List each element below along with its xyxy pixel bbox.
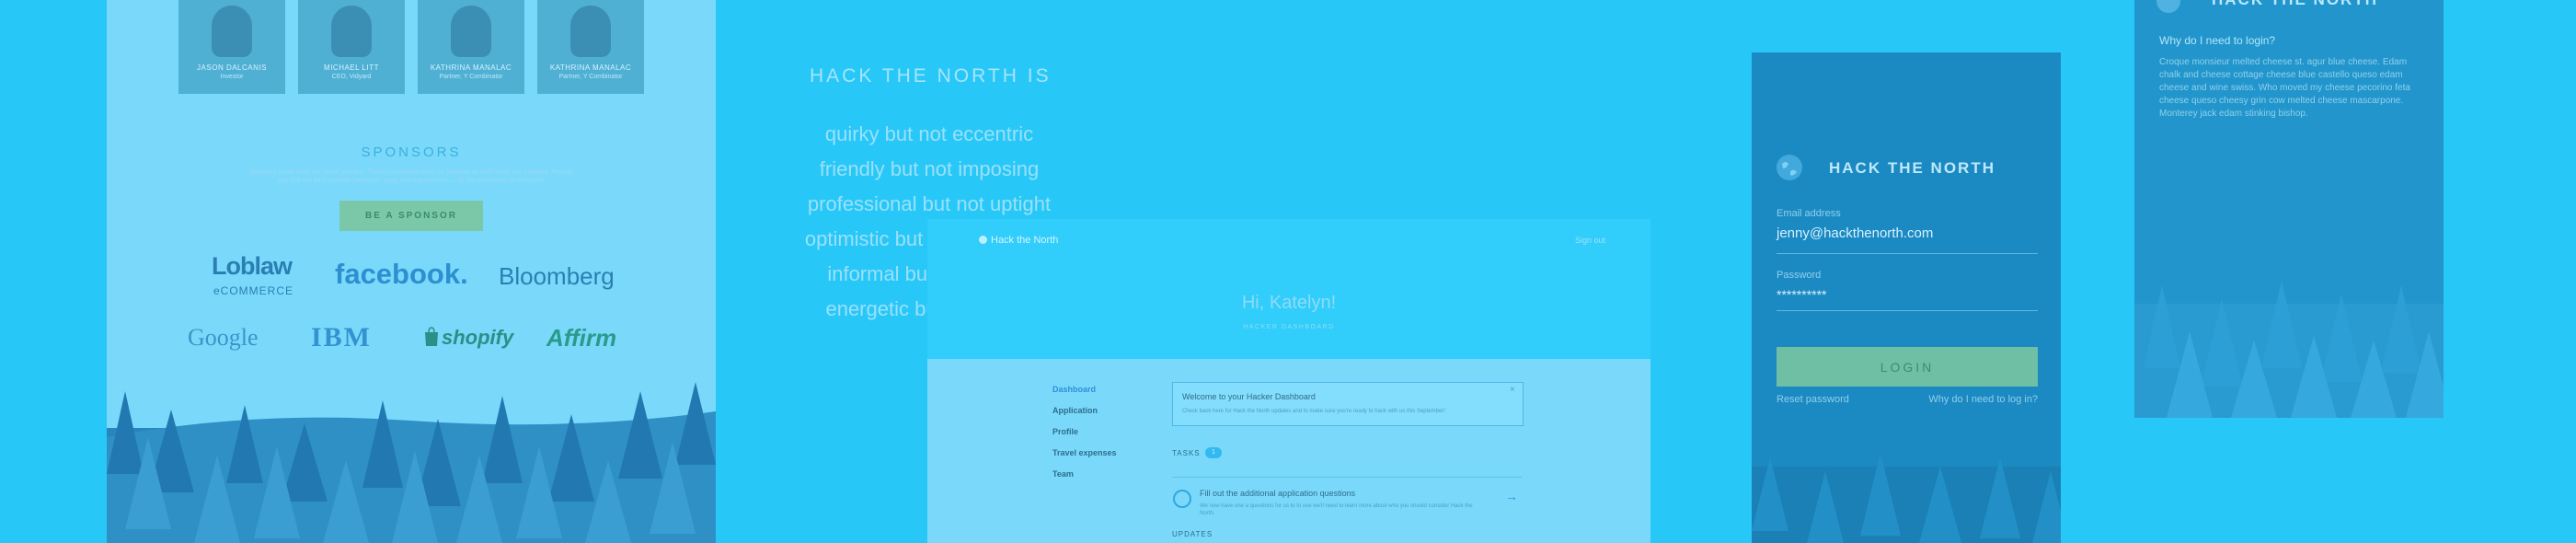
login-button[interactable]: LOGIN (1777, 347, 2038, 387)
hacker-dashboard-mockup: Hack the North Sign out Hi, Katelyn! HAC… (927, 219, 1650, 543)
welcome-notice: Welcome to your Hacker Dashboard Check b… (1172, 382, 1524, 426)
team-card: JASON DALCANIS Investor (178, 0, 285, 94)
arrow-right-icon[interactable]: → (1505, 489, 1518, 503)
task-description: We now have one a questions for us to to… (1200, 503, 1473, 516)
faq-title: Why do I need to login? (2159, 34, 2276, 47)
team-photo (570, 6, 611, 57)
team-photo (212, 6, 252, 57)
dashboard-brand-text: Hack the North (991, 235, 1059, 246)
google-logo: Google (188, 324, 259, 351)
team-name: MICHAEL LITT (324, 64, 379, 72)
welcome-title: Welcome to your Hacker Dashboard (1182, 392, 1316, 401)
reset-password-link[interactable]: Reset password (1777, 394, 1849, 405)
sponsors-page-panel: JASON DALCANIS Investor MICHAEL LITT CEO… (107, 0, 716, 543)
dashboard-subtitle: HACKER DASHBOARD (1243, 324, 1335, 330)
login-help-panel: HACK THE NORTH Why do I need to login? C… (2134, 0, 2444, 418)
team-role: CEO, Vidyard (331, 74, 372, 80)
team-photo (331, 6, 372, 57)
updates-label: UPDATES (1172, 530, 1213, 538)
login-brand: HACK THE NORTH (1829, 159, 1995, 177)
team-card: KATHRINA MANALAC Partner, Y Combinator (418, 0, 524, 94)
ibm-logo: IBM (311, 322, 372, 352)
tasks-label: TASKS (1172, 449, 1201, 457)
shopping-bag-icon (425, 327, 438, 346)
password-label: Password (1777, 270, 1822, 281)
globe-icon (979, 236, 987, 244)
tasks-count-badge: 1 (1205, 447, 1222, 458)
dashboard-body: Dashboard Application Profile Travel exp… (927, 359, 1650, 543)
team-name: JASON DALCANIS (197, 64, 267, 72)
bloomberg-logo: Bloomberg (499, 262, 615, 290)
nav-item-team[interactable]: Team (1052, 469, 1074, 479)
shopify-logo: shopify (423, 326, 513, 350)
forest-illustration (2134, 281, 2444, 418)
team-card: MICHAEL LITT CEO, Vidyard (298, 0, 405, 94)
close-icon[interactable]: × (1510, 385, 1515, 395)
brand-phrase: professional but not uptight (807, 192, 1052, 215)
email-underline (1777, 253, 2038, 254)
sign-out-link[interactable]: Sign out (1575, 236, 1605, 245)
login-panel: HACK THE NORTH Email address jenny@hackt… (1752, 52, 2061, 543)
forest-illustration (107, 382, 716, 543)
nav-item-travel-expenses[interactable]: Travel expenses (1052, 448, 1117, 457)
globe-icon (2156, 0, 2180, 13)
task-checkbox[interactable] (1173, 490, 1191, 508)
team-photo (451, 6, 491, 57)
sponsors-description: Sponsors make Hack the North possible. T… (249, 169, 573, 184)
nav-item-profile[interactable]: Profile (1052, 427, 1078, 436)
shopify-text: shopify (442, 326, 514, 349)
dashboard-header: Hack the North Sign out Hi, Katelyn! HAC… (927, 219, 1650, 359)
team-role: Investor (220, 74, 244, 80)
password-underline (1777, 310, 2038, 311)
faq-brand: HACK THE NORTH (2212, 0, 2378, 9)
brand-phrase: friendly but not imposing (819, 157, 1040, 180)
facebook-logo: facebook. (335, 258, 468, 290)
dashboard-brand[interactable]: Hack the North (979, 235, 1058, 246)
welcome-body: Check back here for Hack the North updat… (1182, 409, 1445, 414)
nav-item-dashboard[interactable]: Dashboard (1052, 385, 1096, 394)
team-name: KATHRINA MANALAC (549, 64, 632, 72)
sponsors-title: SPONSORS (361, 144, 462, 160)
hack-the-north-is-heading: HACK THE NORTH IS (810, 65, 1052, 87)
loblaw-logo: Loblaw (212, 252, 293, 280)
email-field[interactable]: jenny@hackthenorth.com (1777, 225, 1933, 241)
globe-icon (1777, 155, 1802, 180)
team-role: Partner, Y Combinator (439, 74, 503, 80)
divider (1172, 477, 1522, 478)
dashboard-greeting: Hi, Katelyn! (1241, 293, 1337, 313)
email-label: Email address (1777, 208, 1841, 219)
why-login-link[interactable]: Why do I need to log in? (1926, 394, 2038, 405)
team-name: KATHRINA MANALAC (430, 64, 512, 72)
faq-body: Croque monsieur melted cheese st. agur b… (2159, 57, 2410, 119)
team-role: Partner, Y Combinator (558, 74, 623, 80)
team-card: KATHRINA MANALAC Partner, Y Combinator (537, 0, 644, 94)
task-title[interactable]: Fill out the additional application ques… (1200, 489, 1355, 498)
password-field[interactable]: ********** (1777, 287, 1826, 302)
nav-item-application[interactable]: Application (1052, 406, 1098, 415)
brand-phrase: quirky but not eccentric (824, 122, 1034, 145)
ecommerce-label: eCOMMERCE (213, 284, 294, 297)
be-a-sponsor-button[interactable]: BE A SPONSOR (339, 201, 483, 231)
forest-illustration (1752, 453, 2061, 543)
affirm-logo: Affirm (546, 324, 617, 352)
